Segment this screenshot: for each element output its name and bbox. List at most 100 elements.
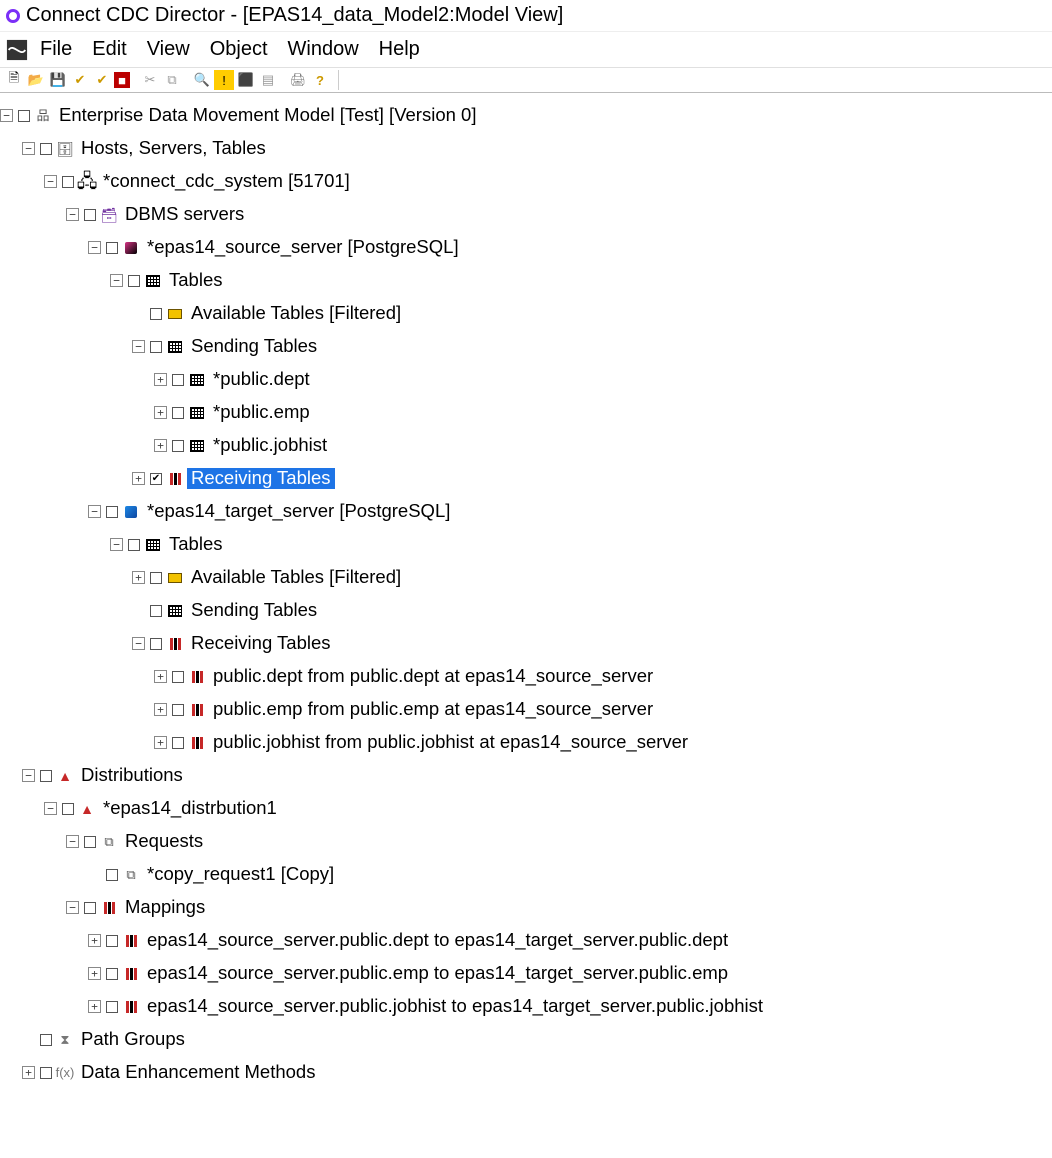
- tb-help-icon[interactable]: ?: [310, 70, 330, 90]
- node-tgt-tables[interactable]: − Tables: [0, 528, 1052, 561]
- expand-icon[interactable]: +: [88, 967, 101, 980]
- menu-help[interactable]: Help: [371, 36, 428, 63]
- checkbox[interactable]: [106, 242, 118, 254]
- node-requests[interactable]: − ⧉ Requests: [0, 825, 1052, 858]
- expand-icon[interactable]: +: [22, 1066, 35, 1079]
- node-src-send-emp[interactable]: + *public.emp: [0, 396, 1052, 429]
- checkbox[interactable]: [62, 803, 74, 815]
- node-target-server[interactable]: − *epas14_target_server [PostgreSQL]: [0, 495, 1052, 528]
- expand-icon[interactable]: −: [88, 241, 101, 254]
- node-source-server[interactable]: − *epas14_source_server [PostgreSQL]: [0, 231, 1052, 264]
- tb-open-icon[interactable]: 📂: [26, 70, 46, 90]
- expand-icon[interactable]: −: [132, 340, 145, 353]
- node-tgt-sending[interactable]: Sending Tables: [0, 594, 1052, 627]
- checkbox[interactable]: [106, 869, 118, 881]
- checkbox[interactable]: [128, 275, 140, 287]
- expand-icon[interactable]: −: [44, 175, 57, 188]
- checkbox[interactable]: [106, 935, 118, 947]
- expand-icon[interactable]: −: [66, 208, 79, 221]
- checkbox[interactable]: [106, 1001, 118, 1013]
- expand-icon[interactable]: +: [132, 472, 145, 485]
- checkbox[interactable]: [84, 836, 96, 848]
- expand-icon[interactable]: −: [66, 835, 79, 848]
- expand-icon[interactable]: −: [44, 802, 57, 815]
- expand-icon[interactable]: −: [110, 274, 123, 287]
- menu-window[interactable]: Window: [280, 36, 367, 63]
- tb-validate-b-icon[interactable]: ✔: [92, 70, 112, 90]
- checkbox[interactable]: ✔: [150, 473, 162, 485]
- node-map-emp[interactable]: + epas14_source_server.public.emp to epa…: [0, 957, 1052, 990]
- tb-print-icon[interactable]: 🖨: [288, 70, 308, 90]
- node-mappings[interactable]: − Mappings: [0, 891, 1052, 924]
- expand-icon[interactable]: +: [154, 736, 167, 749]
- expand-icon[interactable]: +: [154, 406, 167, 419]
- node-src-send-dept[interactable]: + *public.dept: [0, 363, 1052, 396]
- menu-edit[interactable]: Edit: [84, 36, 134, 63]
- checkbox[interactable]: [62, 176, 74, 188]
- checkbox[interactable]: [150, 638, 162, 650]
- checkbox[interactable]: [172, 407, 184, 419]
- node-src-receiving[interactable]: + ✔ Receiving Tables: [0, 462, 1052, 495]
- node-src-available[interactable]: Available Tables [Filtered]: [0, 297, 1052, 330]
- node-src-sending[interactable]: − Sending Tables: [0, 330, 1052, 363]
- node-src-send-jobhist[interactable]: + *public.jobhist: [0, 429, 1052, 462]
- tb-commit-icon[interactable]: ⬛: [236, 70, 256, 90]
- expand-icon[interactable]: −: [66, 901, 79, 914]
- node-tgt-recv-jobhist[interactable]: + public.jobhist from public.jobhist at …: [0, 726, 1052, 759]
- tb-stop-icon[interactable]: ■: [114, 72, 130, 88]
- node-dbms[interactable]: − 🗃 DBMS servers: [0, 198, 1052, 231]
- node-dem[interactable]: + f(x) Data Enhancement Methods: [0, 1056, 1052, 1089]
- checkbox[interactable]: [172, 440, 184, 452]
- checkbox[interactable]: [150, 308, 162, 320]
- checkbox[interactable]: [40, 143, 52, 155]
- node-src-tables[interactable]: − Tables: [0, 264, 1052, 297]
- expand-icon[interactable]: +: [154, 703, 167, 716]
- menu-object[interactable]: Object: [202, 36, 276, 63]
- checkbox[interactable]: [128, 539, 140, 551]
- tb-new-icon[interactable]: 🗎: [4, 70, 24, 90]
- checkbox[interactable]: [172, 737, 184, 749]
- tb-props-icon[interactable]: ▤: [258, 70, 278, 90]
- expand-icon[interactable]: −: [22, 142, 35, 155]
- node-map-dept[interactable]: + epas14_source_server.public.dept to ep…: [0, 924, 1052, 957]
- checkbox[interactable]: [106, 968, 118, 980]
- checkbox[interactable]: [172, 374, 184, 386]
- node-root[interactable]: − 品 Enterprise Data Movement Model [Test…: [0, 99, 1052, 132]
- expand-icon[interactable]: −: [110, 538, 123, 551]
- expand-icon[interactable]: +: [154, 373, 167, 386]
- checkbox[interactable]: [150, 605, 162, 617]
- checkbox[interactable]: [150, 572, 162, 584]
- node-request1[interactable]: ⧉ *copy_request1 [Copy]: [0, 858, 1052, 891]
- node-tgt-recv-emp[interactable]: + public.emp from public.emp at epas14_s…: [0, 693, 1052, 726]
- node-map-jobhist[interactable]: + epas14_source_server.public.jobhist to…: [0, 990, 1052, 1023]
- expand-icon[interactable]: −: [0, 109, 13, 122]
- checkbox[interactable]: [84, 209, 96, 221]
- node-tgt-available[interactable]: + Available Tables [Filtered]: [0, 561, 1052, 594]
- checkbox[interactable]: [40, 1034, 52, 1046]
- checkbox[interactable]: [150, 341, 162, 353]
- node-system[interactable]: − 🖧 *connect_cdc_system [51701]: [0, 165, 1052, 198]
- checkbox[interactable]: [18, 110, 30, 122]
- node-hosts[interactable]: − 🗄 Hosts, Servers, Tables: [0, 132, 1052, 165]
- tb-save-icon[interactable]: 💾: [48, 70, 68, 90]
- expand-icon[interactable]: −: [88, 505, 101, 518]
- node-distributions[interactable]: − ▲ Distributions: [0, 759, 1052, 792]
- menu-view[interactable]: View: [139, 36, 198, 63]
- expand-icon[interactable]: +: [88, 1000, 101, 1013]
- expand-icon[interactable]: +: [154, 670, 167, 683]
- tb-search-icon[interactable]: 🔍: [192, 70, 212, 90]
- node-pathgroups[interactable]: ⧗ Path Groups: [0, 1023, 1052, 1056]
- expand-icon[interactable]: +: [154, 439, 167, 452]
- checkbox[interactable]: [172, 671, 184, 683]
- node-tgt-receiving[interactable]: − Receiving Tables: [0, 627, 1052, 660]
- checkbox[interactable]: [106, 506, 118, 518]
- tb-cut-icon[interactable]: ✂: [140, 70, 160, 90]
- node-dist1[interactable]: − ▲ *epas14_distrbution1: [0, 792, 1052, 825]
- expand-icon[interactable]: +: [132, 571, 145, 584]
- checkbox[interactable]: [40, 1067, 52, 1079]
- tb-validate-a-icon[interactable]: ✔: [70, 70, 90, 90]
- checkbox[interactable]: [84, 902, 96, 914]
- expand-icon[interactable]: −: [22, 769, 35, 782]
- tb-warn-icon[interactable]: !: [214, 70, 234, 90]
- node-tgt-recv-dept[interactable]: + public.dept from public.dept at epas14…: [0, 660, 1052, 693]
